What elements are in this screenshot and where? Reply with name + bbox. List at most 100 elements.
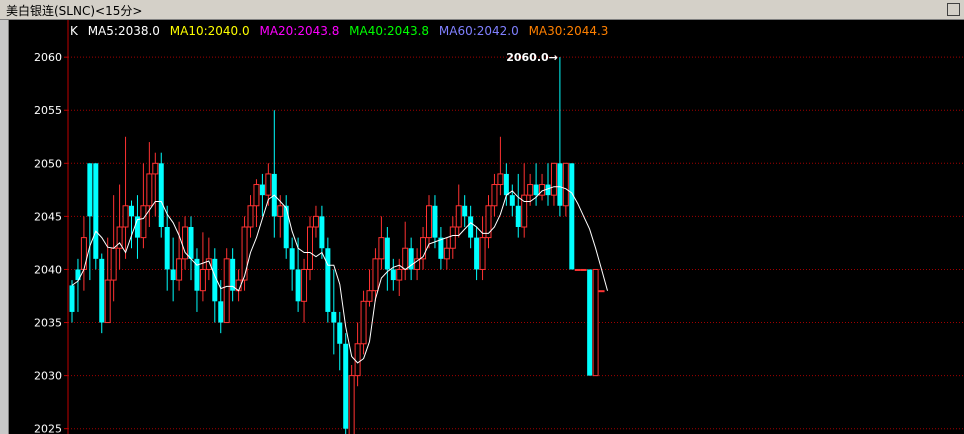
candle	[205, 237, 212, 281]
candle	[188, 216, 194, 281]
candle-body	[223, 258, 230, 324]
candle-body	[509, 195, 515, 206]
indicator-legend: K MA5:2038.0 MA10:2040.0 MA20:2043.8 MA4…	[70, 24, 614, 38]
candle-body	[402, 247, 409, 270]
candle	[557, 57, 563, 217]
candle	[462, 195, 468, 227]
candle-body	[366, 290, 373, 302]
candle-body	[295, 269, 301, 302]
candle	[140, 163, 147, 249]
candle	[449, 216, 456, 259]
y-tick-label: 2045	[34, 210, 62, 223]
legend-ma40: MA40:2043.8	[349, 24, 430, 38]
candle	[569, 163, 575, 270]
candle-body	[312, 215, 319, 228]
candle	[223, 248, 230, 324]
candle	[337, 311, 343, 371]
candle	[426, 195, 432, 249]
candle	[384, 227, 390, 291]
candle	[396, 258, 403, 296]
legend-ma10: MA10:2040.0	[169, 24, 250, 38]
candle	[253, 179, 260, 227]
candles	[69, 57, 605, 434]
candle	[497, 136, 504, 196]
candle-body	[69, 285, 75, 312]
candle-body	[580, 268, 587, 271]
candle-body	[468, 216, 474, 238]
candle-body	[104, 279, 111, 324]
candle-body	[598, 290, 605, 293]
candle-body	[259, 184, 265, 196]
candle-body	[158, 163, 164, 227]
candle	[366, 269, 373, 307]
candle	[539, 173, 546, 201]
candle	[134, 195, 140, 259]
candle	[331, 269, 337, 355]
candle-body	[93, 163, 99, 259]
candle	[80, 216, 87, 291]
candlestick-chart: 2025 2030 2035 2040 2045 2050 2055 2060 2060.0→	[34, 20, 964, 434]
maximize-icon[interactable]	[947, 3, 960, 16]
candle	[116, 184, 123, 270]
candle-body	[354, 343, 361, 377]
candle	[545, 163, 551, 206]
candle-body	[283, 205, 289, 249]
candle	[509, 184, 515, 217]
candle-body	[176, 258, 183, 281]
candle-body	[331, 311, 337, 323]
candle	[491, 173, 498, 217]
candle	[414, 248, 421, 281]
candle	[592, 268, 599, 377]
candle	[164, 205, 170, 291]
candle	[99, 253, 105, 334]
candle	[485, 195, 492, 249]
candle-body	[164, 227, 170, 270]
candle	[390, 258, 396, 291]
candle-body	[449, 226, 456, 249]
candle-body	[319, 216, 325, 249]
candle	[443, 237, 450, 270]
candle-body	[241, 226, 248, 281]
high-annotation: 2060.0→	[506, 51, 558, 64]
candle-body	[301, 268, 308, 302]
candle	[515, 173, 521, 238]
candle	[259, 173, 265, 217]
candle-body	[337, 322, 343, 344]
candle-body	[384, 237, 390, 270]
y-tick-label: 2050	[34, 157, 62, 170]
candle	[587, 269, 593, 376]
candle-body	[277, 205, 284, 217]
candle	[408, 237, 414, 281]
candle-body	[574, 268, 581, 271]
candle-body	[110, 247, 117, 281]
legend-ma20: MA20:2043.8	[259, 24, 340, 38]
candle-body	[491, 184, 498, 207]
candle	[312, 205, 319, 238]
candle	[93, 163, 99, 270]
candle-body	[396, 268, 403, 281]
candle	[325, 237, 331, 323]
candle	[199, 232, 206, 302]
candle-body	[87, 163, 93, 217]
candle	[271, 110, 277, 238]
candle-body	[80, 237, 87, 270]
candle-body	[527, 184, 534, 196]
candle-body	[557, 163, 563, 206]
candle	[289, 237, 295, 291]
candle-body	[533, 184, 539, 196]
candle	[212, 248, 218, 323]
candle	[574, 268, 581, 271]
candle	[104, 237, 111, 324]
candle	[319, 205, 325, 259]
candle-body	[199, 268, 206, 292]
candle-body	[348, 375, 355, 434]
candle	[438, 227, 444, 270]
candle	[146, 142, 153, 227]
y-tick-label: 2035	[34, 317, 62, 330]
candle-body	[569, 163, 575, 270]
candle	[432, 195, 438, 249]
candle-body	[562, 162, 569, 207]
window-titlebar: 美白银连(SLNC)<15分>	[0, 0, 964, 20]
candle-body	[390, 269, 396, 281]
candle-body	[455, 205, 462, 228]
